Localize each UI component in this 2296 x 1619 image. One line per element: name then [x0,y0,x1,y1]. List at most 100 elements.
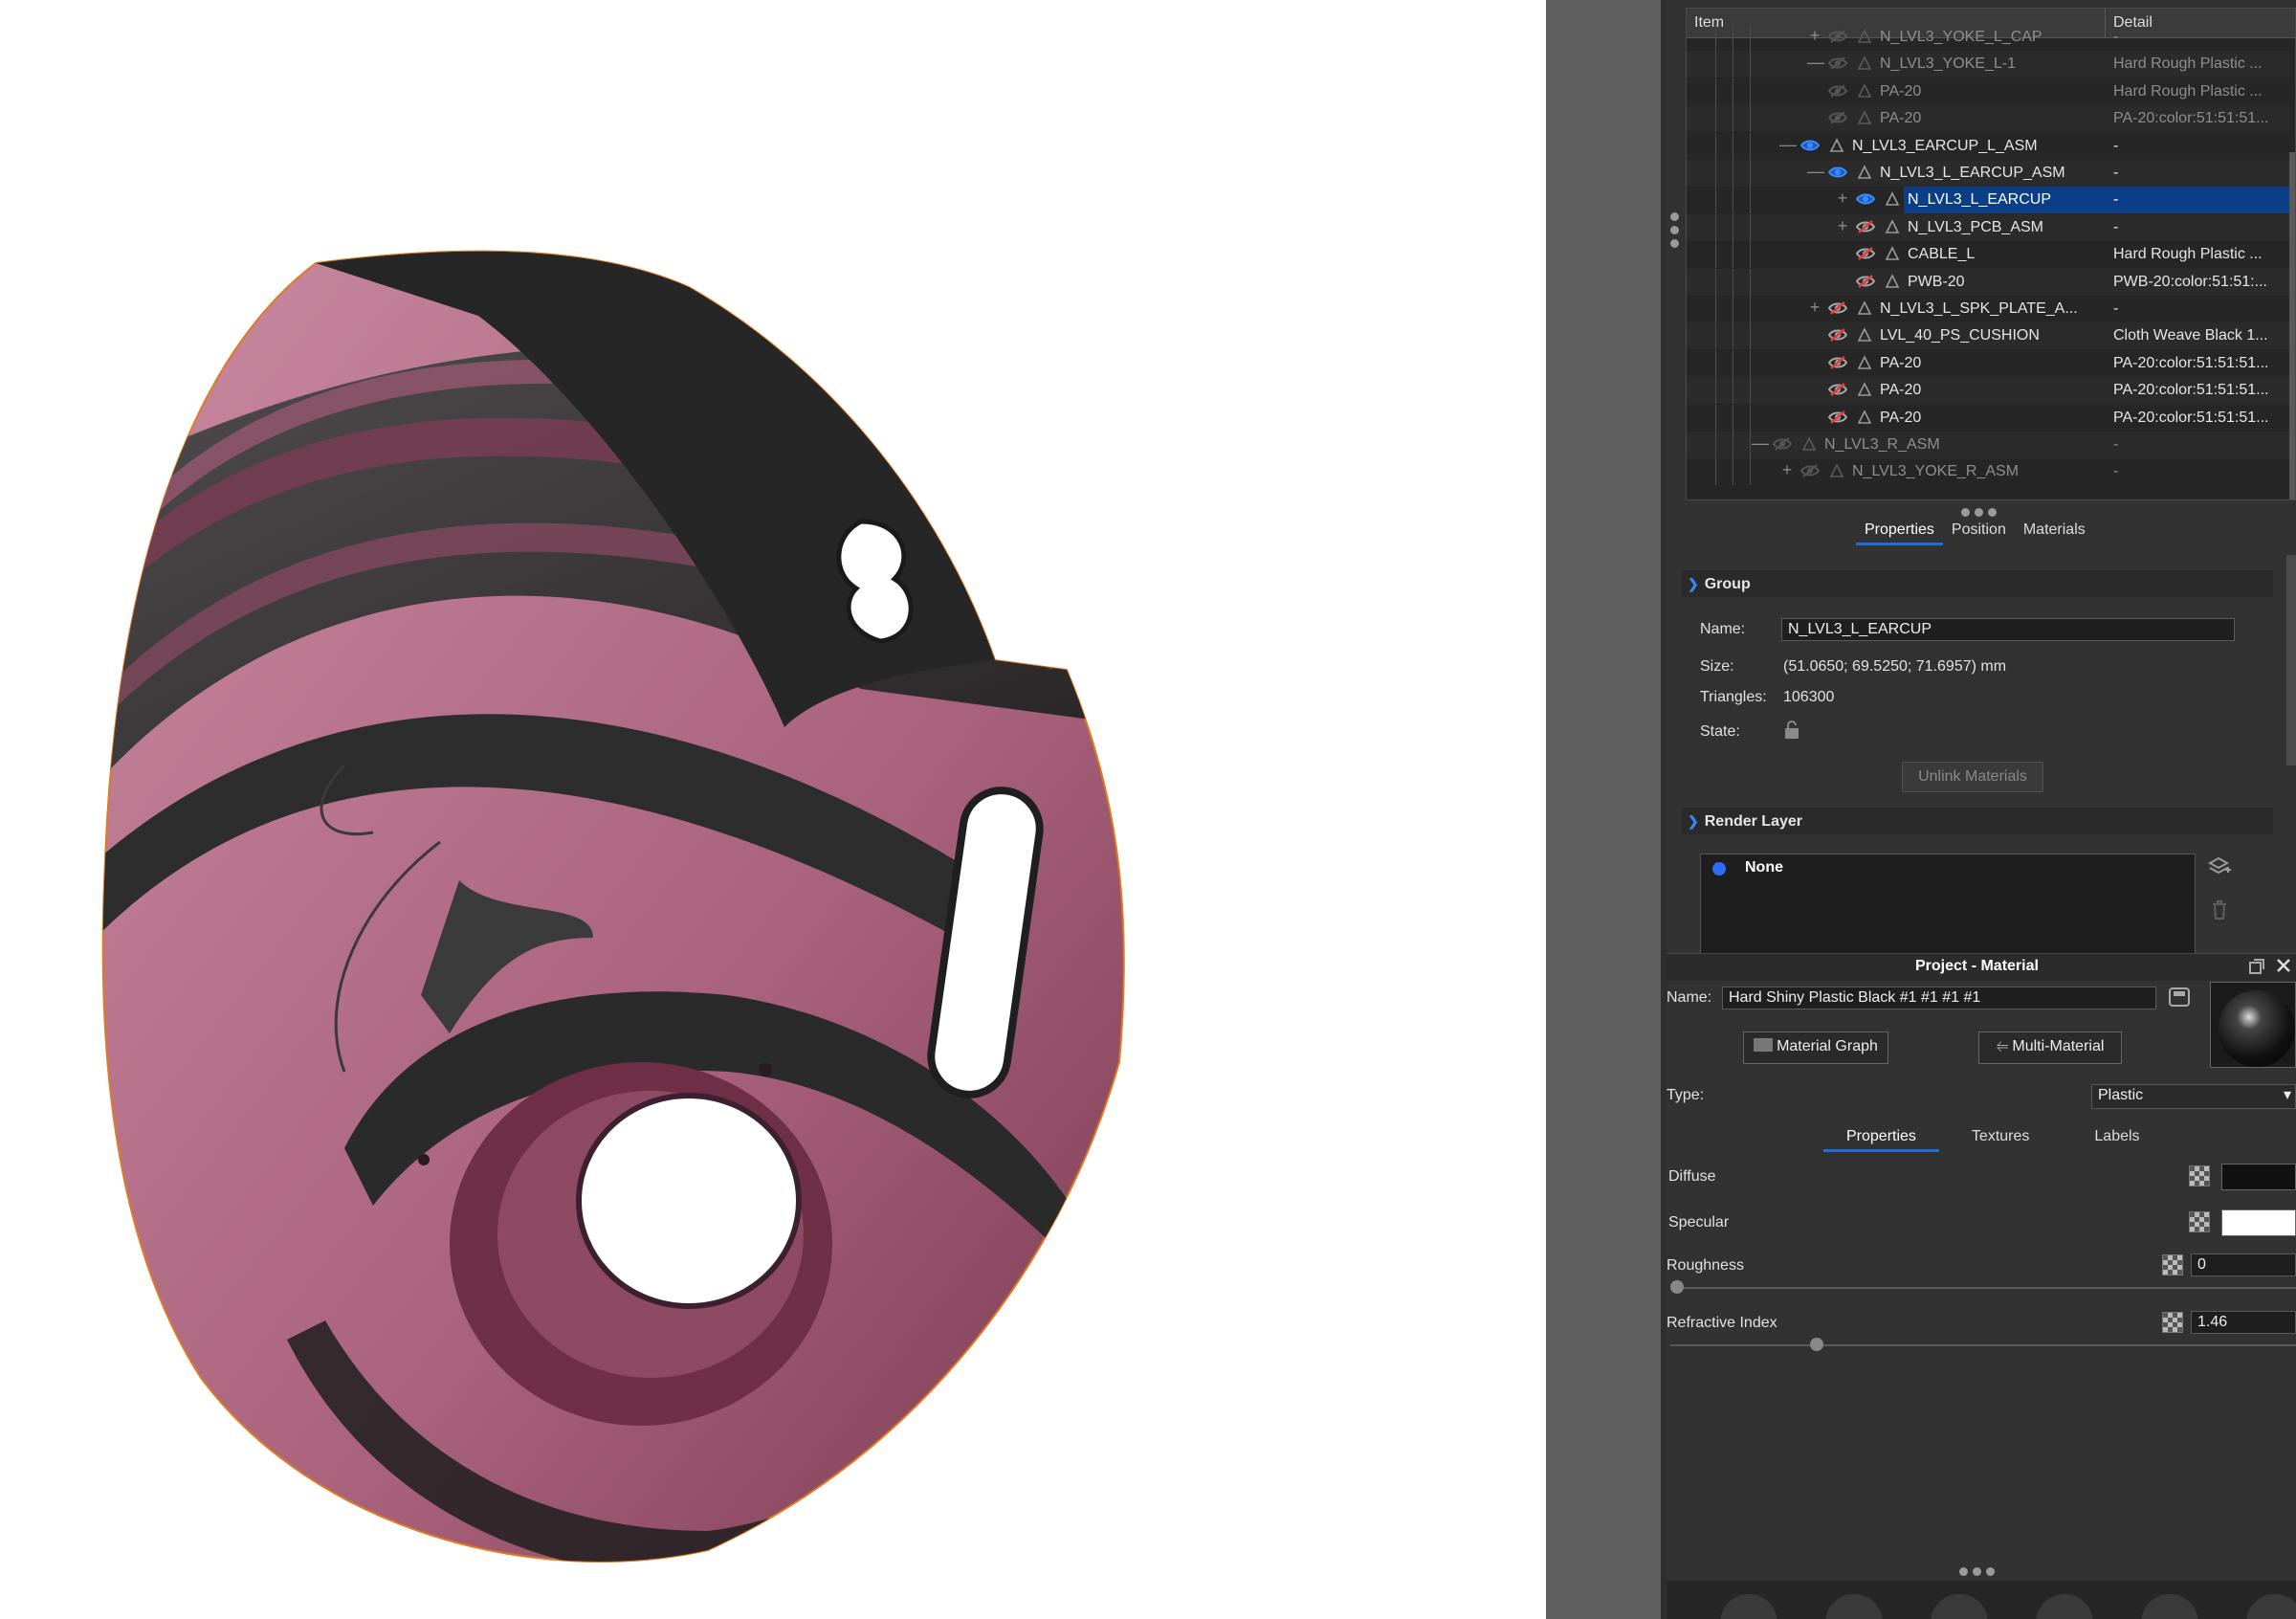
inspector-scrollbar[interactable] [2286,555,2296,765]
visibility-eye-icon[interactable] [1827,55,1848,71]
trash-icon[interactable] [2210,899,2229,920]
collapse-icon[interactable]: — [1807,53,1824,73]
tree-scrollbar[interactable] [2289,152,2295,499]
diffuse-color-swatch[interactable] [2221,1164,2296,1190]
tab-properties[interactable]: Properties [1856,521,1943,545]
tab-textures[interactable]: Textures [1949,1128,2052,1145]
size-value: (51.0650; 69.5250; 71.6957) mm [1783,658,2007,675]
roughness-slider-handle[interactable] [1670,1280,1684,1294]
panel-drag-handle[interactable] [1670,212,1679,248]
render-layer-list[interactable]: None [1700,854,2196,955]
library-material-thumb[interactable] [1825,1594,1883,1619]
visibility-eye-icon[interactable] [1799,138,1821,153]
tree-row[interactable]: PA-20 PA-20:color:51:51:51... [1687,404,2289,432]
list-item[interactable]: None [1701,854,2195,883]
expand-icon[interactable]: + [1807,298,1822,318]
render-layer-section-header[interactable]: ❯ Render Layer [1682,808,2273,834]
visibility-eye-icon[interactable] [1827,83,1848,99]
unlink-materials-button[interactable]: Unlink Materials [1902,762,2043,792]
library-material-thumb[interactable] [1720,1594,1777,1619]
material-preview[interactable] [2210,982,2296,1068]
visibility-eye-icon[interactable] [1827,300,1848,316]
visibility-eye-icon[interactable] [1827,110,1848,125]
visibility-eye-icon[interactable] [1855,219,1876,234]
roughness-input[interactable]: 0 [2191,1253,2296,1276]
tree-item-name: N_LVL3_YOKE_L_CAP [1880,29,2042,45]
tree-row[interactable]: — N_LVL3_R_ASM - [1687,432,2289,458]
layers-icon[interactable] [2207,855,2232,878]
library-material-thumb[interactable] [2036,1594,2093,1619]
save-icon[interactable] [2168,986,2191,1009]
chevron-down-icon: ❯ [1688,813,1699,829]
material-graph-button[interactable]: Material Graph [1743,1031,1888,1064]
refractive-slider-track[interactable] [1670,1344,2296,1346]
visibility-eye-icon[interactable] [1827,165,1848,180]
library-material-thumb[interactable] [2246,1594,2296,1619]
scene-tree[interactable]: Item Detail + N_LVL3_YOKE_L_CAP - — N_LVL3_Y… [1686,8,2296,500]
undock-icon[interactable] [2248,958,2265,975]
close-icon[interactable] [2275,957,2292,974]
collapse-icon[interactable]: — [1752,433,1769,454]
refractive-index-input[interactable]: 1.46 [2191,1311,2296,1334]
roughness-slider-track[interactable] [1670,1287,2296,1289]
type-dropdown[interactable]: Plastic ▾ [2091,1084,2296,1109]
library-material-thumb[interactable] [2141,1594,2198,1619]
expand-icon[interactable]: + [1779,460,1795,480]
tree-row[interactable]: PWB-20 PWB-20:color:51:51:... [1687,268,2289,296]
visibility-eye-icon[interactable] [1855,274,1876,289]
tree-row[interactable]: — N_LVL3_YOKE_L-1 Hard Rough Plastic ... [1687,51,2289,78]
expand-icon[interactable]: + [1835,189,1850,209]
tab-materials[interactable]: Materials [2015,521,2094,539]
tree-row[interactable]: + N_LVL3_L_EARCUP - [1687,187,2289,214]
tree-row[interactable]: + N_LVL3_PCB_ASM - [1687,213,2289,241]
visibility-eye-icon[interactable] [1855,246,1876,261]
tree-row[interactable]: — N_LVL3_EARCUP_L_ASM - [1687,132,2289,160]
tab-labels[interactable]: Labels [2071,1128,2162,1145]
collapse-icon[interactable]: — [1779,135,1797,155]
splitter-handle[interactable] [1961,508,1997,517]
tree-row[interactable]: + N_LVL3_YOKE_R_ASM - [1687,458,2289,486]
library-splitter-handle[interactable] [1959,1567,1995,1576]
specular-texture-icon[interactable] [2189,1211,2210,1232]
expand-icon[interactable]: + [1807,26,1822,46]
collapse-icon[interactable]: — [1807,162,1824,182]
material-library-strip [1667,1581,2296,1619]
specular-label: Specular [1668,1214,1730,1231]
roughness-texture-icon[interactable] [2162,1254,2183,1275]
visibility-eye-icon[interactable] [1799,463,1821,478]
refractive-slider-handle[interactable] [1810,1338,1823,1351]
tree-row[interactable]: — N_LVL3_L_EARCUP_ASM - [1687,160,2289,187]
material-name-field[interactable]: Hard Shiny Plastic Black #1 #1 #1 #1 [1722,987,2156,1009]
visibility-eye-icon[interactable] [1827,355,1848,370]
library-material-thumb[interactable] [1931,1594,1988,1619]
tree-row[interactable]: PA-20 PA-20:color:51:51:51... [1687,349,2289,377]
diffuse-texture-icon[interactable] [2189,1165,2210,1187]
tree-row[interactable]: PA-20 Hard Rough Plastic ... [1687,78,2289,105]
multi-material-button[interactable]: ⥢ Multi-Material [1978,1031,2122,1064]
expand-icon[interactable]: + [1835,216,1850,236]
earcup-model[interactable] [0,0,1546,1619]
visibility-eye-icon[interactable] [1855,191,1876,207]
lock-icon[interactable] [1783,721,1800,740]
3d-viewport[interactable] [0,0,1546,1619]
tree-row[interactable]: LVL_40_PS_CUSHION Cloth Weave Black 1... [1687,322,2289,350]
visibility-eye-icon[interactable] [1827,382,1848,397]
tree-item-name: N_LVL3_L_EARCUP [1904,187,2109,214]
tree-row[interactable]: PA-20 PA-20:color:51:51:51... [1687,105,2289,133]
tree-row[interactable]: + N_LVL3_L_SPK_PLATE_A... - [1687,296,2289,322]
tab-position[interactable]: Position [1943,521,2015,539]
visibility-eye-icon[interactable] [1827,327,1848,343]
visibility-eye-icon[interactable] [1772,436,1793,452]
tree-row[interactable]: PA-20 PA-20:color:51:51:51... [1687,377,2289,405]
group-name-field[interactable]: N_LVL3_L_EARCUP [1781,618,2235,641]
visibility-eye-icon[interactable] [1827,29,1848,44]
group-section-header[interactable]: ❯ Group [1682,570,2273,597]
visibility-eye-icon[interactable] [1827,410,1848,425]
mesh-icon [1829,463,1844,478]
tree-row[interactable]: + N_LVL3_YOKE_L_CAP - [1687,24,2289,51]
tree-item-detail: - [2113,300,2119,317]
tree-row[interactable]: CABLE_L Hard Rough Plastic ... [1687,241,2289,269]
tab-material-properties[interactable]: Properties [1823,1128,1939,1152]
refractive-texture-icon[interactable] [2162,1312,2183,1333]
specular-color-swatch[interactable] [2221,1209,2296,1236]
